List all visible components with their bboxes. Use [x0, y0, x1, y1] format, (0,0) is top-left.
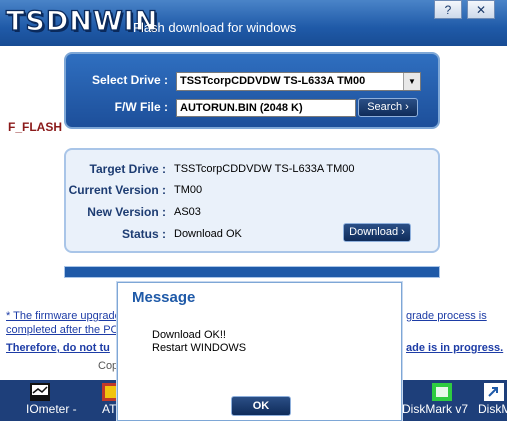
- chevron-down-icon[interactable]: ▼: [403, 73, 420, 90]
- app-subtitle: Flash download for windows: [133, 20, 297, 35]
- drive-select[interactable]: TSSTcorpCDDVDW TS-L633A TM00 ▼: [176, 72, 421, 91]
- fw-file-label: F/W File :: [114, 100, 168, 114]
- close-button[interactable]: ✕: [467, 0, 495, 19]
- current-version-value: TM00: [174, 184, 203, 196]
- notice-warning: Therefore, do not tu: [6, 342, 110, 354]
- notice-line-2: completed after the PC: [6, 324, 119, 336]
- status-value: Download OK: [174, 228, 242, 240]
- f-flash-label: F_FLASH: [8, 120, 62, 134]
- notice-warning-right: ade is in progress.: [406, 342, 504, 354]
- new-version-value: AS03: [174, 206, 201, 218]
- help-button[interactable]: ?: [434, 0, 462, 19]
- drive-select-value: TSSTcorpCDDVDW TS-L633A TM00: [180, 75, 366, 87]
- notice-line-1: * The firmware upgrade: [6, 310, 121, 322]
- title-bar: TSDNWIN Flash download for windows ? ✕: [0, 0, 507, 46]
- current-version-label: Current Version :: [68, 183, 166, 197]
- progress-bar: [64, 266, 440, 278]
- fw-file-input[interactable]: [176, 99, 356, 117]
- shortcut-label-diskm: DiskM: [478, 402, 507, 416]
- target-drive-value: TSSTcorpCDDVDW TS-L633A TM00: [174, 163, 355, 175]
- new-version-label: New Version :: [87, 205, 166, 219]
- dialog-message: Download OK!! Restart WINDOWS: [152, 329, 246, 355]
- ok-button[interactable]: OK: [231, 396, 291, 416]
- target-drive-label: Target Drive :: [89, 162, 166, 176]
- iometer-icon: [30, 383, 50, 401]
- message-dialog: Message Download OK!! Restart WINDOWS OK: [117, 282, 402, 421]
- diskmark-icon: [432, 383, 452, 401]
- drive-info-panel: Target Drive : TSSTcorpCDDVDW TS-L633A T…: [64, 148, 440, 253]
- status-label: Status :: [121, 227, 166, 241]
- dialog-message-line-1: Download OK!!: [152, 329, 226, 341]
- select-panel: Select Drive : TSSTcorpCDDVDW TS-L633A T…: [64, 52, 440, 129]
- download-button[interactable]: Download ›: [343, 223, 411, 242]
- search-button[interactable]: Search ›: [358, 98, 418, 117]
- dialog-title: Message: [132, 289, 196, 306]
- notice-line-1-right: grade process is: [406, 310, 487, 322]
- shortcut-arrow-icon: [484, 383, 504, 401]
- shortcut-label-iometer: IOmeter -: [26, 402, 77, 416]
- select-drive-label: Select Drive :: [91, 73, 168, 87]
- progress-fill: [65, 267, 439, 277]
- shortcut-label-diskmark: DiskMark v7: [402, 402, 469, 416]
- dialog-message-line-2: Restart WINDOWS: [152, 342, 247, 354]
